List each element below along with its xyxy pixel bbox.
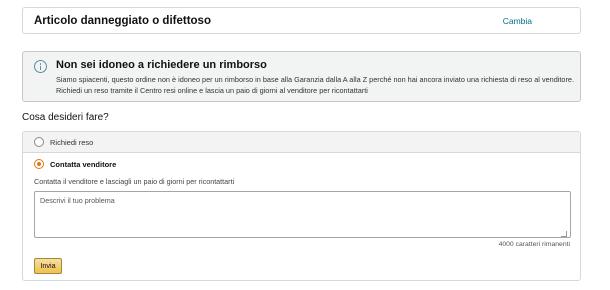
alert-message-line-1: Siamo spiacenti, questo ordine non è ido… [56,75,574,84]
textarea-resize-handle[interactable] [561,231,567,237]
reason-title: Articolo danneggiato o difettoso [34,15,211,27]
characters-remaining-counter: 4000 caratteri rimanenti [498,241,570,248]
submit-button[interactable]: Invia [34,258,62,274]
option-label-request-return[interactable]: Richiedi reso [50,138,93,147]
option-label-contact-seller[interactable]: Contatta venditore [50,160,116,169]
ineligible-alert: Non sei idoneo a richiedere un rimborso … [22,51,581,102]
info-icon [34,60,47,73]
action-question: Cosa desideri fare? [22,112,109,123]
radio-request-return[interactable] [34,137,44,147]
alert-title: Non sei idoneo a richiedere un rimborso [56,59,267,71]
alert-message-line-2: Richiedi un reso tramite il Centro resi … [56,86,368,95]
radio-contact-seller[interactable] [34,159,44,169]
contact-description: Contatta il venditore e lasciagli un pai… [34,177,235,186]
option-request-return[interactable]: Richiedi reso [23,132,580,153]
selected-reason-box: Articolo danneggiato o difettoso Cambia [22,7,581,34]
change-reason-link[interactable]: Cambia [503,16,532,26]
options-panel: Richiedi reso Contatta venditore Contatt… [22,131,581,281]
problem-description-textarea[interactable] [34,191,571,238]
